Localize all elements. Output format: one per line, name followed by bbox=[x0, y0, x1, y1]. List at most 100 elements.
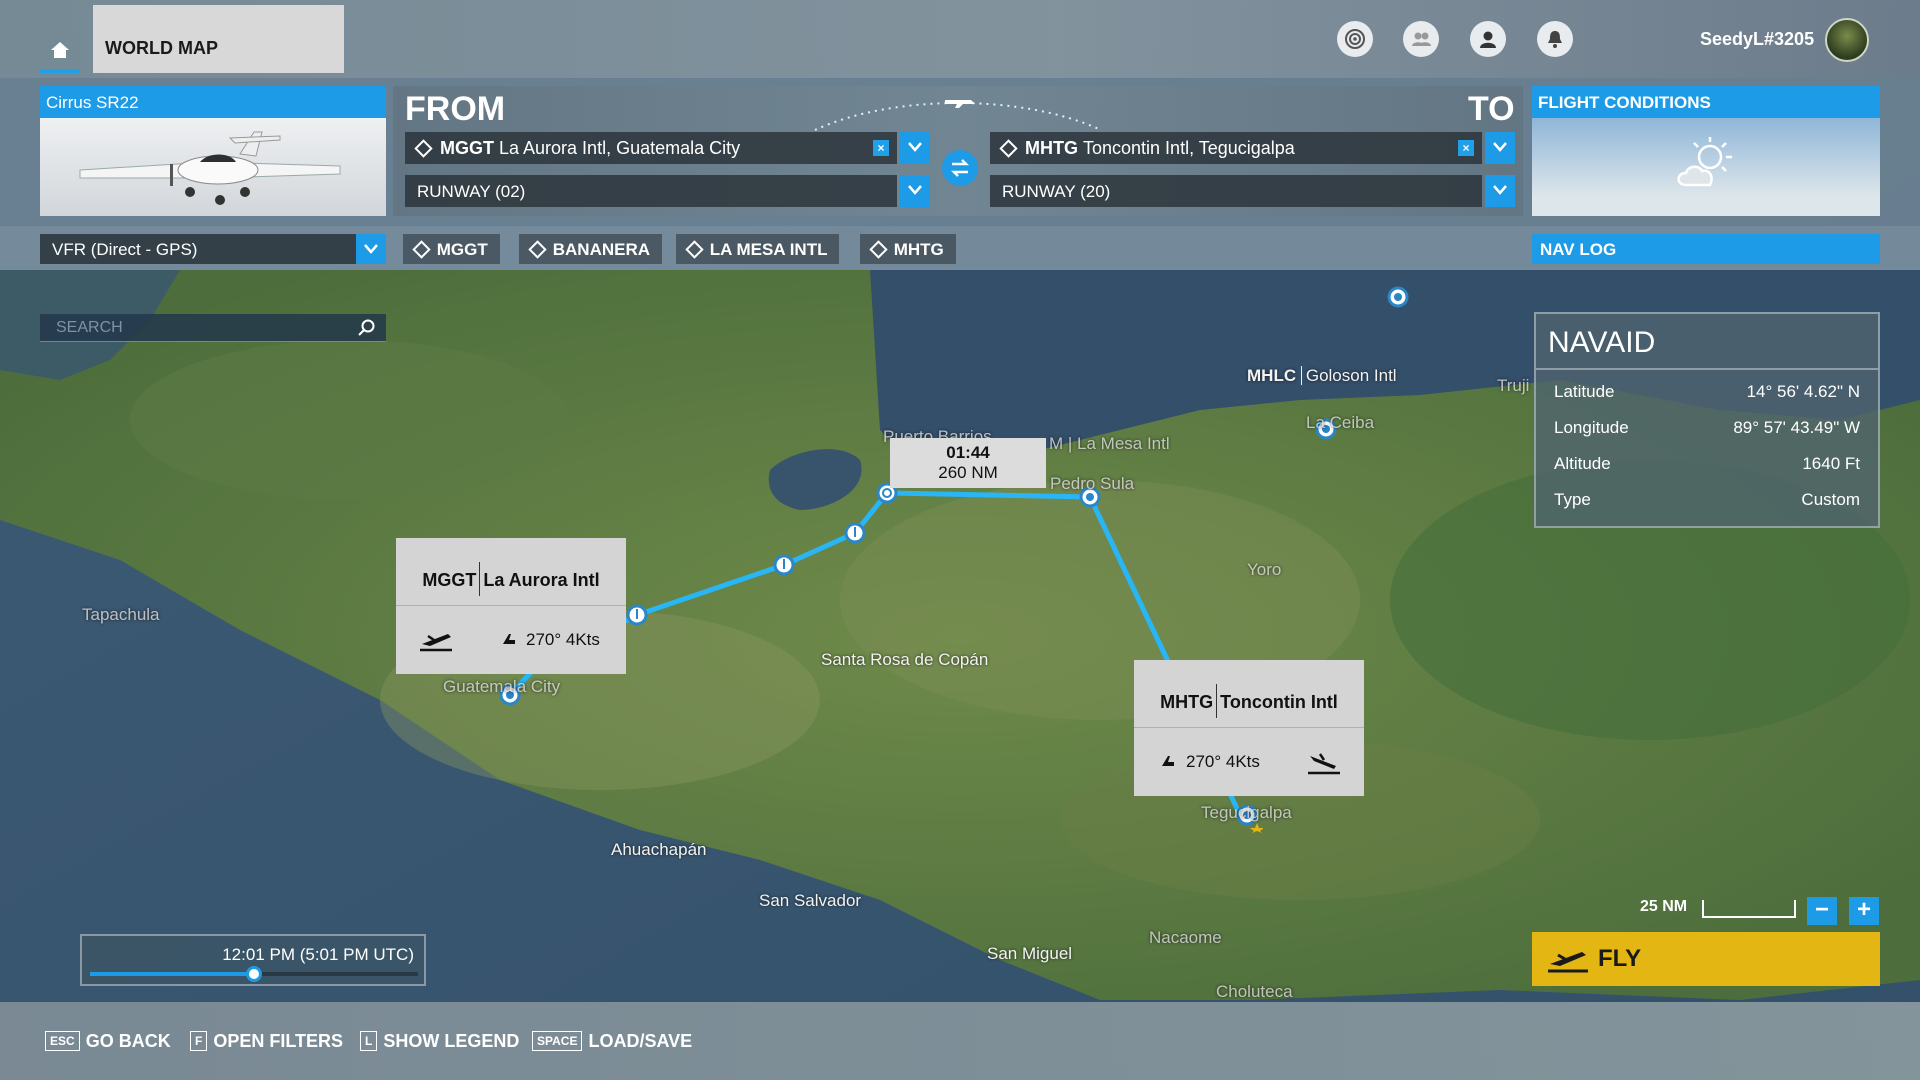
leg-time: 01:44 bbox=[946, 443, 990, 462]
map-label-mhlc: MHLC Goloson Intl bbox=[1247, 366, 1397, 386]
airport-pin-icon bbox=[414, 139, 433, 158]
route-arc-decoration bbox=[814, 100, 1102, 131]
footer-bar: ESC GO BACK F OPEN FILTERS L SHOW LEGEND SP… bbox=[0, 1002, 1920, 1080]
time-slider-handle[interactable] bbox=[246, 966, 262, 982]
wind-icon bbox=[1162, 756, 1174, 766]
profile-button[interactable] bbox=[1470, 21, 1506, 57]
flight-type-select[interactable]: VFR (Direct - GPS) bbox=[40, 234, 386, 264]
nav-log-button[interactable]: NAV LOG bbox=[1532, 234, 1880, 264]
arrival-runway-field[interactable]: RUNWAY (20) bbox=[990, 175, 1482, 207]
navaid-row-type: Type Custom bbox=[1554, 490, 1860, 509]
chevron-down-icon bbox=[1493, 185, 1507, 195]
map-label-ahuachapan: Ahuachapán bbox=[611, 840, 707, 859]
open-filters-button[interactable]: F OPEN FILTERS bbox=[190, 1031, 343, 1052]
map-scale-bar bbox=[1702, 900, 1796, 918]
arrival-popup-title: MHTG Toncontin Intl bbox=[1134, 660, 1364, 728]
from-title: FROM bbox=[405, 90, 506, 128]
map-label-nacaome: Nacaome bbox=[1149, 928, 1222, 947]
departure-popup-title: MGGT La Aurora Intl bbox=[396, 538, 626, 606]
map-label-tapachula: Tapachula bbox=[82, 605, 160, 624]
navaid-panel: NAVAID Latitude 14° 56' 4.62" N Longitude… bbox=[1534, 312, 1880, 528]
home-button[interactable] bbox=[40, 34, 80, 72]
tab-world-map[interactable]: WORLD MAP bbox=[93, 5, 344, 73]
map-label-la-ceiba: La Ceiba bbox=[1306, 413, 1375, 432]
achievements-button[interactable] bbox=[1337, 21, 1373, 57]
arrival-airport-popup[interactable]: MHTG Toncontin Intl 270° 4Kts bbox=[1134, 660, 1364, 796]
map-label-trujillo: Truji bbox=[1497, 376, 1530, 395]
profile-icon bbox=[1480, 31, 1496, 48]
flight-conditions-card[interactable]: FLIGHT CONDITIONS bbox=[1532, 86, 1880, 216]
chevron-down-icon bbox=[364, 244, 378, 254]
arrival-clear-button[interactable]: × bbox=[1458, 140, 1474, 156]
esc-key-hint: ESC bbox=[45, 1031, 80, 1051]
waypoint-chip-bananera[interactable]: BANANERA bbox=[519, 234, 663, 264]
time-of-day-panel: 12:01 PM (5:01 PM UTC) bbox=[80, 934, 426, 986]
swap-airports-button[interactable] bbox=[942, 150, 978, 186]
flight-type-dropdown[interactable] bbox=[356, 234, 386, 264]
waypoint-mhlc-marker[interactable] bbox=[1386, 285, 1410, 309]
waypoint-chip-mggt[interactable]: MGGT bbox=[403, 234, 500, 264]
search-icon[interactable] bbox=[358, 319, 376, 337]
map-label-choluteca: Choluteca bbox=[1216, 982, 1293, 1001]
time-of-day-slider[interactable] bbox=[90, 966, 418, 982]
home-active-indicator bbox=[40, 69, 80, 73]
friends-icon bbox=[1412, 32, 1431, 46]
chevron-down-icon bbox=[908, 185, 922, 195]
waypoint-chip-la-mesa[interactable]: LA MESA INTL bbox=[676, 234, 840, 264]
waypoint-pin-icon bbox=[869, 240, 888, 259]
departure-dropdown-button[interactable] bbox=[900, 132, 930, 164]
map-label-san-salvador: San Salvador bbox=[759, 891, 862, 910]
arrival-popup-name: Toncontin Intl bbox=[1220, 692, 1338, 712]
waypoint-user-3-marker[interactable] bbox=[843, 521, 867, 545]
navaid-title: NAVAID bbox=[1548, 326, 1656, 359]
time-of-day-label: 12:01 PM (5:01 PM UTC) bbox=[222, 945, 414, 964]
waypoint-chip-mhtg[interactable]: MHTG bbox=[860, 234, 956, 264]
weather-preview bbox=[1532, 118, 1880, 216]
arrival-runway-dropdown[interactable] bbox=[1485, 175, 1515, 207]
username[interactable]: SeedyL#3205 bbox=[1700, 29, 1814, 50]
go-back-button[interactable]: ESC GO BACK bbox=[45, 1031, 171, 1052]
avatar[interactable] bbox=[1825, 18, 1869, 62]
map-label-santa-rosa: Santa Rosa de Copán bbox=[821, 650, 989, 669]
friends-button[interactable] bbox=[1403, 21, 1439, 57]
departure-clear-button[interactable]: × bbox=[873, 140, 889, 156]
airport-pin-icon bbox=[999, 139, 1018, 158]
departure-airport-field[interactable]: MGGT La Aurora Intl, Guatemala City × bbox=[405, 132, 897, 164]
time-slider-fill bbox=[90, 972, 254, 976]
to-title: TO bbox=[1468, 90, 1515, 128]
navaid-row-latitude: Latitude 14° 56' 4.62" N bbox=[1554, 382, 1860, 401]
leg-distance: 260 NM bbox=[938, 463, 998, 482]
waypoint-pin-icon bbox=[528, 240, 547, 259]
l-key-hint: L bbox=[360, 1031, 378, 1051]
departure-popup-code: MGGT bbox=[422, 570, 477, 590]
swap-icon bbox=[950, 159, 970, 177]
show-legend-button[interactable]: L SHOW LEGEND bbox=[360, 1031, 519, 1052]
mhlc-name: Goloson Intl bbox=[1300, 366, 1397, 385]
top-bar: WORLD MAP SeedyL#3205 bbox=[0, 0, 1920, 78]
notifications-button[interactable] bbox=[1537, 21, 1573, 57]
search-input[interactable] bbox=[40, 314, 340, 342]
arrival-airport-field[interactable]: MHTG Toncontin Intl, Tegucigalpa × bbox=[990, 132, 1482, 164]
zoom-in-button[interactable]: + bbox=[1849, 897, 1879, 925]
map-label-san-miguel: San Miguel bbox=[987, 944, 1073, 963]
arrival-wind: 270° 4Kts bbox=[1186, 752, 1260, 771]
aircraft-image bbox=[40, 118, 386, 216]
map-label-tegucigalpa: Tegucigalpa bbox=[1201, 803, 1292, 822]
arrival-dropdown-button[interactable] bbox=[1485, 132, 1515, 164]
load-save-button[interactable]: SPACE LOAD/SAVE bbox=[532, 1031, 692, 1052]
departure-wind: 270° 4Kts bbox=[526, 630, 600, 649]
departure-airport-popup[interactable]: MGGT La Aurora Intl 270° 4Kts bbox=[396, 538, 626, 674]
partly-cloudy-icon bbox=[1677, 137, 1732, 187]
waypoint-user-1-marker[interactable] bbox=[625, 603, 649, 627]
aircraft-illustration bbox=[79, 131, 341, 205]
chevron-down-icon bbox=[908, 142, 922, 152]
departure-runway-field[interactable]: RUNWAY (02) bbox=[405, 175, 897, 207]
navaid-row-altitude: Altitude 1640 Ft bbox=[1554, 454, 1860, 473]
departure-runway-dropdown[interactable] bbox=[900, 175, 930, 207]
leg-time-label: 01:44 260 NM bbox=[890, 438, 1046, 488]
aircraft-selection-card[interactable]: Cirrus SR22 bbox=[40, 86, 386, 216]
fly-button[interactable]: FLY bbox=[1532, 932, 1880, 986]
zoom-out-button[interactable]: − bbox=[1807, 897, 1837, 925]
waypoint-user-2-marker[interactable] bbox=[772, 553, 796, 577]
departure-popup-name: La Aurora Intl bbox=[483, 570, 600, 590]
